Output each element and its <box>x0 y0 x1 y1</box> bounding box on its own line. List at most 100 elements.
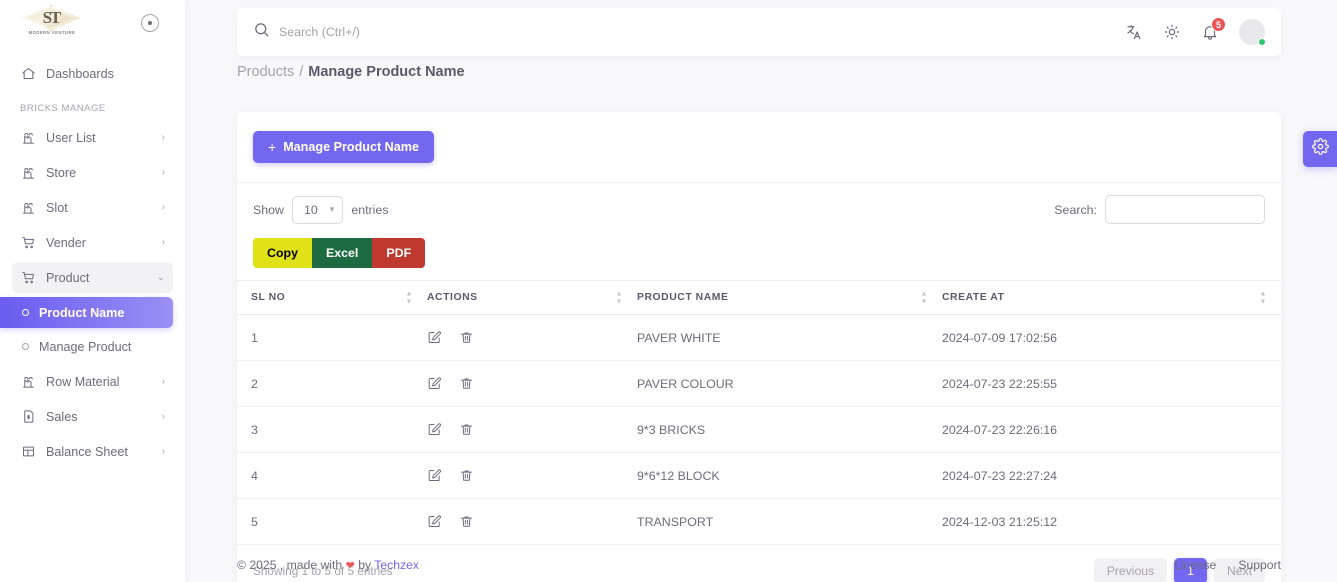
factory-icon <box>20 199 37 216</box>
chevron-right-icon: › <box>161 375 165 387</box>
cell-product-name: 9*6*12 BLOCK <box>637 452 942 499</box>
invoice-icon <box>20 408 37 425</box>
chevron-right-icon: › <box>161 201 165 213</box>
footer-author-link[interactable]: Techzex <box>374 558 419 572</box>
footer-by-text: by <box>358 558 372 572</box>
sidebar-item-label: User List <box>46 130 96 145</box>
column-label: PRODUCT NAME <box>637 292 729 303</box>
table-search-input[interactable] <box>1105 195 1265 224</box>
sidebar-item-product-name[interactable]: Product Name <box>0 297 173 328</box>
app-logo[interactable]: ST MODERN VENTURE <box>14 4 110 42</box>
table-header-row: SL NO ▲ ▼ ACTIONS ▲ ▼ PRODUCT NAME ▲ ▼ CR <box>237 280 1281 315</box>
footer-link-license[interactable]: License <box>1174 558 1216 572</box>
delete-icon[interactable] <box>459 514 474 529</box>
sidebar-item-sales[interactable]: Sales › <box>12 401 173 432</box>
cell-create-at: 2024-07-23 22:27:24 <box>942 452 1281 499</box>
edit-icon[interactable] <box>427 330 442 345</box>
global-search[interactable] <box>253 21 1125 43</box>
table-icon <box>20 443 37 460</box>
table-search-label: Search: <box>1054 202 1097 217</box>
brand-header: ST MODERN VENTURE <box>0 0 185 46</box>
chevron-down-icon: ▾ <box>329 204 335 214</box>
sort-icon: ▲ ▼ <box>615 290 623 305</box>
search-input[interactable] <box>279 25 579 39</box>
sidebar-item-user-list[interactable]: User List › <box>12 122 173 153</box>
page-length-control: Show 10 ▾ entries <box>253 195 389 224</box>
bell-icon[interactable]: 5 <box>1201 17 1226 41</box>
delete-icon[interactable] <box>459 330 474 345</box>
cart-icon <box>20 269 37 286</box>
sidebar-item-label: Row Material <box>46 374 120 389</box>
sidebar-item-vender[interactable]: Vender › <box>12 227 173 258</box>
delete-icon[interactable] <box>459 468 474 483</box>
edit-icon[interactable] <box>427 468 442 483</box>
chevron-right-icon: › <box>161 410 165 422</box>
cell-sl-no: 2 <box>237 360 427 407</box>
translate-icon[interactable] <box>1125 23 1143 41</box>
settings-fab-button[interactable] <box>1303 131 1337 167</box>
app-root: ST MODERN VENTURE Dashboards BRICKS MANA… <box>0 0 1337 582</box>
circle-dot-icon[interactable] <box>141 14 159 32</box>
delete-icon[interactable] <box>459 422 474 437</box>
circle-outline-icon <box>22 343 29 350</box>
cell-create-at: 2024-12-03 21:25:12 <box>942 498 1281 545</box>
column-label: CREATE AT <box>942 292 1005 303</box>
column-header-actions[interactable]: ACTIONS ▲ ▼ <box>427 280 637 315</box>
edit-icon[interactable] <box>427 422 442 437</box>
avatar[interactable] <box>1239 19 1266 46</box>
footer-copyright: © 2025 , made with ❤ by Techzex <box>237 558 419 572</box>
footer-copyright-text: © 2025 , made with <box>237 558 343 572</box>
notification-badge: 5 <box>1211 17 1226 32</box>
edit-icon[interactable] <box>427 514 442 529</box>
delete-icon[interactable] <box>459 376 474 391</box>
sidebar-nav: Dashboards BRICKS MANAGE User List › Sto… <box>0 46 185 467</box>
cell-product-name: 9*3 BRICKS <box>637 406 942 453</box>
breadcrumb-parent[interactable]: Products <box>237 64 294 80</box>
column-header-product-name[interactable]: PRODUCT NAME ▲ ▼ <box>637 280 942 315</box>
cell-product-name: PAVER WHITE <box>637 314 942 361</box>
footer-link-support[interactable]: Support <box>1238 558 1281 572</box>
table-row: 4 9*6*12 BLOCK 2024-07-23 22:27:24 <box>237 452 1281 499</box>
table-head: SL NO ▲ ▼ ACTIONS ▲ ▼ PRODUCT NAME ▲ ▼ CR <box>237 280 1281 315</box>
cell-actions <box>427 498 637 545</box>
card-header: + Manage Product Name <box>237 112 1281 183</box>
plus-icon: + <box>268 139 277 155</box>
cell-product-name: TRANSPORT <box>637 498 942 545</box>
cell-actions <box>427 314 637 361</box>
manage-product-name-button[interactable]: + Manage Product Name <box>253 131 434 163</box>
page-length-select[interactable]: 10 ▾ <box>292 195 344 224</box>
sidebar-item-dashboards[interactable]: Dashboards <box>12 58 173 89</box>
sidebar-item-store[interactable]: Store › <box>12 157 173 188</box>
show-label: Show <box>253 202 284 217</box>
sidebar-item-manage-product[interactable]: Manage Product <box>12 331 173 362</box>
pdf-button[interactable]: PDF <box>372 238 426 268</box>
sidebar-item-label: Balance Sheet <box>46 444 128 459</box>
sidebar-item-balance-sheet[interactable]: Balance Sheet › <box>12 436 173 467</box>
copy-button[interactable]: Copy <box>253 238 312 268</box>
factory-icon <box>20 129 37 146</box>
topbar-actions: 5 <box>1125 17 1266 46</box>
sidebar-item-row-material[interactable]: Row Material › <box>12 366 173 397</box>
sort-icon: ▲ ▼ <box>1259 290 1267 305</box>
manage-product-name-button-label: Manage Product Name <box>283 140 419 154</box>
cell-actions <box>427 360 637 407</box>
sidebar-item-slot[interactable]: Slot › <box>12 192 173 223</box>
excel-button[interactable]: Excel <box>311 238 373 268</box>
cell-sl-no: 1 <box>237 314 427 361</box>
heart-icon: ❤ <box>345 560 355 572</box>
sidebar-item-label: Vender <box>46 235 86 250</box>
main-content: 5 Products / Manage Product Name + Manag… <box>185 0 1337 582</box>
footer-links: License Support <box>1174 558 1281 572</box>
datatable-controls: Show 10 ▾ entries Search: <box>237 183 1281 228</box>
entries-label: entries <box>351 202 389 217</box>
cell-sl-no: 5 <box>237 498 427 545</box>
breadcrumb: Products / Manage Product Name <box>237 64 465 80</box>
online-status-dot <box>1258 38 1266 46</box>
column-header-sl-no[interactable]: SL NO ▲ ▼ <box>237 280 427 315</box>
topbar: 5 <box>237 8 1281 56</box>
breadcrumb-separator: / <box>299 64 304 80</box>
column-header-create-at[interactable]: CREATE AT ▲ ▼ <box>942 280 1281 315</box>
edit-icon[interactable] <box>427 376 442 391</box>
sun-icon[interactable] <box>1163 23 1181 41</box>
sidebar-item-product[interactable]: Product ⌄ <box>12 262 173 293</box>
